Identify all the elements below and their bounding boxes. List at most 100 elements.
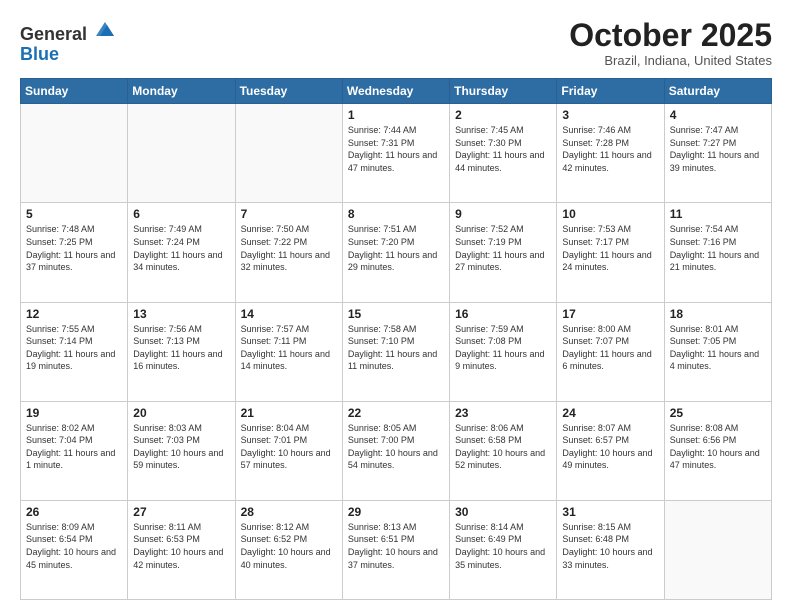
day-number-2-1: 13 xyxy=(133,307,229,321)
day-info-1-1: Sunrise: 7:49 AM Sunset: 7:24 PM Dayligh… xyxy=(133,223,229,273)
day-cell-2-2: 14 Sunrise: 7:57 AM Sunset: 7:11 PM Dayli… xyxy=(235,302,342,401)
day-number-3-5: 24 xyxy=(562,406,658,420)
day-number-3-0: 19 xyxy=(26,406,122,420)
day-cell-0-1 xyxy=(128,104,235,203)
day-cell-1-1: 6 Sunrise: 7:49 AM Sunset: 7:24 PM Daylig… xyxy=(128,203,235,302)
day-cell-0-6: 4 Sunrise: 7:47 AM Sunset: 7:27 PM Daylig… xyxy=(664,104,771,203)
day-info-4-1: Sunrise: 8:11 AM Sunset: 6:53 PM Dayligh… xyxy=(133,521,229,571)
header-sunday: Sunday xyxy=(21,79,128,104)
day-cell-0-5: 3 Sunrise: 7:46 AM Sunset: 7:28 PM Daylig… xyxy=(557,104,664,203)
day-info-0-4: Sunrise: 7:45 AM Sunset: 7:30 PM Dayligh… xyxy=(455,124,551,174)
header-monday: Monday xyxy=(128,79,235,104)
day-info-1-0: Sunrise: 7:48 AM Sunset: 7:25 PM Dayligh… xyxy=(26,223,122,273)
logo: General Blue xyxy=(20,18,116,63)
day-number-1-5: 10 xyxy=(562,207,658,221)
day-number-0-6: 4 xyxy=(670,108,766,122)
day-info-2-2: Sunrise: 7:57 AM Sunset: 7:11 PM Dayligh… xyxy=(241,323,337,373)
week-row-1: 5 Sunrise: 7:48 AM Sunset: 7:25 PM Daylig… xyxy=(21,203,772,302)
day-number-0-4: 2 xyxy=(455,108,551,122)
day-cell-1-6: 11Sunrise: 7:54 AM Sunset: 7:16 PM Dayli… xyxy=(664,203,771,302)
day-number-1-3: 8 xyxy=(348,207,444,221)
header-saturday: Saturday xyxy=(664,79,771,104)
week-row-0: 1 Sunrise: 7:44 AM Sunset: 7:31 PM Daylig… xyxy=(21,104,772,203)
day-number-4-2: 28 xyxy=(241,505,337,519)
day-info-2-1: Sunrise: 7:56 AM Sunset: 7:13 PM Dayligh… xyxy=(133,323,229,373)
day-cell-2-0: 12 Sunrise: 7:55 AM Sunset: 7:14 PM Dayli… xyxy=(21,302,128,401)
day-number-2-2: 14 xyxy=(241,307,337,321)
logo-text: General xyxy=(20,18,116,45)
week-row-2: 12 Sunrise: 7:55 AM Sunset: 7:14 PM Dayli… xyxy=(21,302,772,401)
day-number-0-5: 3 xyxy=(562,108,658,122)
header-tuesday: Tuesday xyxy=(235,79,342,104)
day-number-3-2: 21 xyxy=(241,406,337,420)
day-info-1-5: Sunrise: 7:53 AM Sunset: 7:17 PM Dayligh… xyxy=(562,223,658,273)
logo-blue: Blue xyxy=(20,45,59,63)
day-cell-3-6: 25 Sunrise: 8:08 AM Sunset: 6:56 PM Dayli… xyxy=(664,401,771,500)
day-cell-0-0 xyxy=(21,104,128,203)
title-block: October 2025 Brazil, Indiana, United Sta… xyxy=(569,18,772,68)
header-thursday: Thursday xyxy=(450,79,557,104)
day-info-4-0: Sunrise: 8:09 AM Sunset: 6:54 PM Dayligh… xyxy=(26,521,122,571)
day-number-1-6: 11 xyxy=(670,207,766,221)
day-number-4-5: 31 xyxy=(562,505,658,519)
day-cell-0-4: 2 Sunrise: 7:45 AM Sunset: 7:30 PM Daylig… xyxy=(450,104,557,203)
week-row-4: 26 Sunrise: 8:09 AM Sunset: 6:54 PM Dayli… xyxy=(21,500,772,599)
day-info-2-5: Sunrise: 8:00 AM Sunset: 7:07 PM Dayligh… xyxy=(562,323,658,373)
day-info-0-3: Sunrise: 7:44 AM Sunset: 7:31 PM Dayligh… xyxy=(348,124,444,174)
day-info-1-2: Sunrise: 7:50 AM Sunset: 7:22 PM Dayligh… xyxy=(241,223,337,273)
day-info-4-3: Sunrise: 8:13 AM Sunset: 6:51 PM Dayligh… xyxy=(348,521,444,571)
logo-icon xyxy=(94,18,116,40)
day-number-3-6: 25 xyxy=(670,406,766,420)
day-cell-4-2: 28Sunrise: 8:12 AM Sunset: 6:52 PM Dayli… xyxy=(235,500,342,599)
day-info-4-4: Sunrise: 8:14 AM Sunset: 6:49 PM Dayligh… xyxy=(455,521,551,571)
day-cell-3-1: 20 Sunrise: 8:03 AM Sunset: 7:03 PM Dayli… xyxy=(128,401,235,500)
location-subtitle: Brazil, Indiana, United States xyxy=(569,53,772,68)
day-number-3-1: 20 xyxy=(133,406,229,420)
day-number-1-4: 9 xyxy=(455,207,551,221)
day-number-2-4: 16 xyxy=(455,307,551,321)
day-cell-2-3: 15 Sunrise: 7:58 AM Sunset: 7:10 PM Dayli… xyxy=(342,302,449,401)
day-number-1-1: 6 xyxy=(133,207,229,221)
day-cell-3-2: 21 Sunrise: 8:04 AM Sunset: 7:01 PM Dayli… xyxy=(235,401,342,500)
day-info-3-5: Sunrise: 8:07 AM Sunset: 6:57 PM Dayligh… xyxy=(562,422,658,472)
weekday-header-row: Sunday Monday Tuesday Wednesday Thursday… xyxy=(21,79,772,104)
day-number-1-2: 7 xyxy=(241,207,337,221)
day-number-4-0: 26 xyxy=(26,505,122,519)
day-number-4-4: 30 xyxy=(455,505,551,519)
day-info-0-5: Sunrise: 7:46 AM Sunset: 7:28 PM Dayligh… xyxy=(562,124,658,174)
day-cell-1-5: 10 Sunrise: 7:53 AM Sunset: 7:17 PM Dayli… xyxy=(557,203,664,302)
day-info-3-4: Sunrise: 8:06 AM Sunset: 6:58 PM Dayligh… xyxy=(455,422,551,472)
day-number-2-5: 17 xyxy=(562,307,658,321)
day-cell-0-2 xyxy=(235,104,342,203)
day-cell-1-0: 5 Sunrise: 7:48 AM Sunset: 7:25 PM Daylig… xyxy=(21,203,128,302)
day-info-3-3: Sunrise: 8:05 AM Sunset: 7:00 PM Dayligh… xyxy=(348,422,444,472)
day-cell-4-4: 30 Sunrise: 8:14 AM Sunset: 6:49 PM Dayli… xyxy=(450,500,557,599)
calendar-table: Sunday Monday Tuesday Wednesday Thursday… xyxy=(20,78,772,600)
week-row-3: 19 Sunrise: 8:02 AM Sunset: 7:04 PM Dayli… xyxy=(21,401,772,500)
day-cell-2-5: 17 Sunrise: 8:00 AM Sunset: 7:07 PM Dayli… xyxy=(557,302,664,401)
day-number-3-3: 22 xyxy=(348,406,444,420)
day-number-2-3: 15 xyxy=(348,307,444,321)
day-number-0-3: 1 xyxy=(348,108,444,122)
day-info-4-5: Sunrise: 8:15 AM Sunset: 6:48 PM Dayligh… xyxy=(562,521,658,571)
header-wednesday: Wednesday xyxy=(342,79,449,104)
day-number-2-6: 18 xyxy=(670,307,766,321)
day-info-2-0: Sunrise: 7:55 AM Sunset: 7:14 PM Dayligh… xyxy=(26,323,122,373)
day-info-0-6: Sunrise: 7:47 AM Sunset: 7:27 PM Dayligh… xyxy=(670,124,766,174)
day-info-3-0: Sunrise: 8:02 AM Sunset: 7:04 PM Dayligh… xyxy=(26,422,122,472)
day-info-2-6: Sunrise: 8:01 AM Sunset: 7:05 PM Dayligh… xyxy=(670,323,766,373)
day-number-1-0: 5 xyxy=(26,207,122,221)
header-friday: Friday xyxy=(557,79,664,104)
day-info-3-6: Sunrise: 8:08 AM Sunset: 6:56 PM Dayligh… xyxy=(670,422,766,472)
page: General Blue October 2025 Brazil, Indian… xyxy=(0,0,792,612)
day-cell-4-3: 29Sunrise: 8:13 AM Sunset: 6:51 PM Dayli… xyxy=(342,500,449,599)
day-cell-1-2: 7 Sunrise: 7:50 AM Sunset: 7:22 PM Daylig… xyxy=(235,203,342,302)
day-info-3-1: Sunrise: 8:03 AM Sunset: 7:03 PM Dayligh… xyxy=(133,422,229,472)
day-cell-2-6: 18 Sunrise: 8:01 AM Sunset: 7:05 PM Dayli… xyxy=(664,302,771,401)
day-info-3-2: Sunrise: 8:04 AM Sunset: 7:01 PM Dayligh… xyxy=(241,422,337,472)
day-number-2-0: 12 xyxy=(26,307,122,321)
month-title: October 2025 xyxy=(569,18,772,53)
day-info-2-4: Sunrise: 7:59 AM Sunset: 7:08 PM Dayligh… xyxy=(455,323,551,373)
day-info-2-3: Sunrise: 7:58 AM Sunset: 7:10 PM Dayligh… xyxy=(348,323,444,373)
day-cell-3-4: 23Sunrise: 8:06 AM Sunset: 6:58 PM Dayli… xyxy=(450,401,557,500)
